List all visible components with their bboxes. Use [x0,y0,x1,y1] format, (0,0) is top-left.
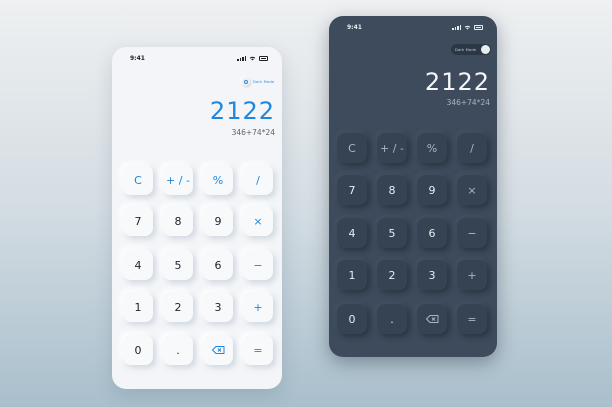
digit-5-button[interactable]: 5 [377,218,407,248]
digit-7-button[interactable]: 7 [123,206,153,236]
digit-4-button[interactable]: 4 [337,218,367,248]
digit-8-button[interactable]: 8 [377,175,407,205]
dark-mode-toggle[interactable]: Dark Mode [238,76,276,87]
dark-mode-label: Dark Mode [455,47,477,52]
result-display: 2122 [209,97,275,125]
status-bar: 9:41 [329,24,497,34]
minus-button[interactable]: − [243,250,273,280]
signal-icon [452,25,461,30]
expression-display: 346+74*24 [446,98,490,107]
wifi-icon [249,56,256,61]
digit-4-button[interactable]: 4 [123,250,153,280]
sign-toggle-button[interactable]: + / - [163,165,193,195]
decimal-button[interactable]: . [377,304,407,334]
toggle-knob-icon [241,77,250,86]
percent-button[interactable]: % [203,165,233,195]
dark-calculator-phone: 9:41 Dark Mode 2122 346+74*24 C + / - % … [329,16,497,357]
digit-7-button[interactable]: 7 [337,175,367,205]
multiply-button[interactable]: × [243,206,273,236]
equals-button[interactable]: = [243,335,273,365]
digit-0-button[interactable]: 0 [123,335,153,365]
backspace-button[interactable] [417,304,447,334]
status-icons [452,25,483,30]
clear-button[interactable]: C [123,165,153,195]
status-time: 9:41 [347,24,362,31]
result-display: 2122 [424,68,490,96]
backspace-icon [425,315,439,323]
status-bar: 9:41 [112,55,282,65]
digit-2-button[interactable]: 2 [163,292,193,322]
backspace-icon [211,346,225,354]
digit-8-button[interactable]: 8 [163,206,193,236]
digit-2-button[interactable]: 2 [377,260,407,290]
status-time: 9:41 [130,55,145,62]
divide-button[interactable]: / [457,133,487,163]
battery-icon [474,25,483,30]
multiply-button[interactable]: × [457,175,487,205]
backspace-button[interactable] [203,335,233,365]
plus-button[interactable]: + [457,260,487,290]
digit-0-button[interactable]: 0 [337,304,367,334]
digit-1-button[interactable]: 1 [123,292,153,322]
divide-button[interactable]: / [243,165,273,195]
equals-button[interactable]: = [457,304,487,334]
dark-mode-toggle[interactable]: Dark Mode [451,44,491,55]
wifi-icon [464,25,471,30]
battery-icon [259,56,268,61]
status-icons [237,56,268,61]
digit-1-button[interactable]: 1 [337,260,367,290]
digit-6-button[interactable]: 6 [417,218,447,248]
light-calculator-phone: 9:41 Dark Mode 2122 346+74*24 C + / - % … [112,47,282,389]
digit-3-button[interactable]: 3 [417,260,447,290]
digit-3-button[interactable]: 3 [203,292,233,322]
signal-icon [237,56,246,61]
digit-9-button[interactable]: 9 [417,175,447,205]
expression-display: 346+74*24 [231,128,275,137]
plus-button[interactable]: + [243,292,273,322]
digit-6-button[interactable]: 6 [203,250,233,280]
toggle-knob-icon [481,45,490,54]
digit-9-button[interactable]: 9 [203,206,233,236]
minus-button[interactable]: − [457,218,487,248]
digit-5-button[interactable]: 5 [163,250,193,280]
decimal-button[interactable]: . [163,335,193,365]
clear-button[interactable]: C [337,133,367,163]
percent-button[interactable]: % [417,133,447,163]
sign-toggle-button[interactable]: + / - [377,133,407,163]
dark-mode-label: Dark Mode [253,79,275,84]
